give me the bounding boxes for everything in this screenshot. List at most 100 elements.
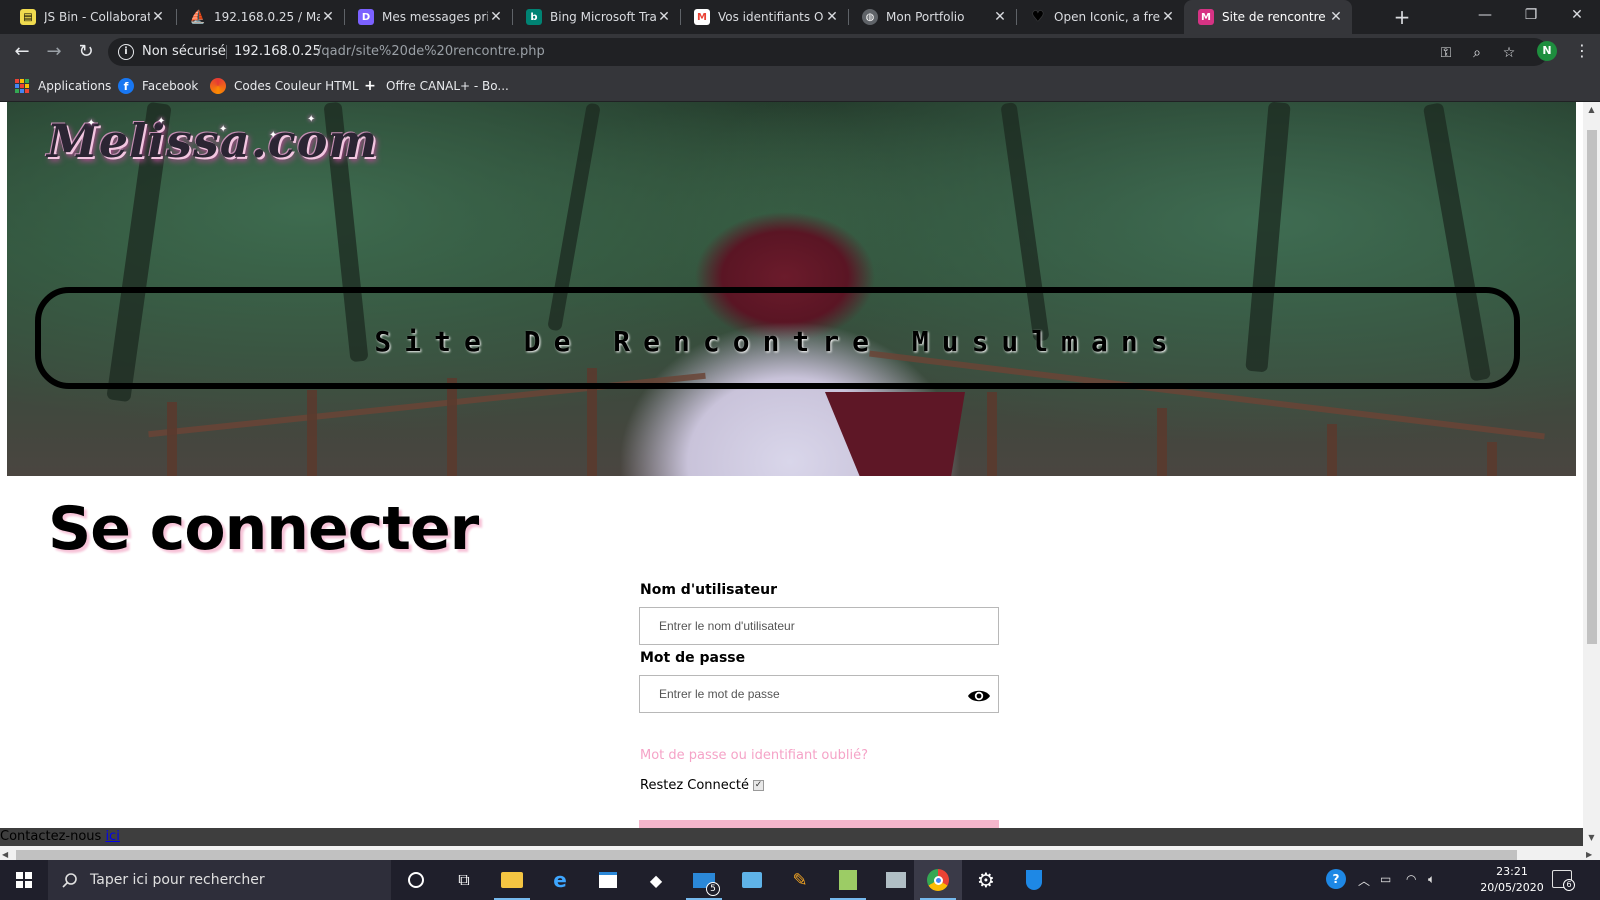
footer-text: Contactez-nous <box>0 829 106 844</box>
remember-me-checkbox[interactable]: ✓ <box>753 780 764 791</box>
horizontal-scroll-thumb[interactable] <box>16 850 1517 860</box>
vertical-scrollbar[interactable]: ▲ ▼ <box>1583 102 1600 846</box>
notification-badge: 6 <box>1563 879 1575 891</box>
system-clock[interactable]: 23:21 20/05/2020 <box>1480 864 1544 896</box>
tab-strip: ▤ JS Bin - Collaborative ✕ ⛵ 192.168.0.2… <box>0 0 1600 34</box>
chat-icon: D <box>358 9 374 25</box>
tab-jsbin[interactable]: ▤ JS Bin - Collaborative ✕ <box>6 0 174 34</box>
close-icon[interactable]: ✕ <box>488 9 504 25</box>
file-explorer-icon[interactable] <box>488 860 536 900</box>
tab-site-rencontre[interactable]: M Site de rencontre ✕ <box>1184 0 1352 34</box>
settings-gear-icon[interactable]: ⚙ <box>962 860 1010 900</box>
vertical-scroll-thumb[interactable] <box>1587 130 1597 644</box>
bookmark-label: Offre CANAL+ - Bo... <box>386 79 509 93</box>
reload-icon[interactable]: ↻ <box>74 40 98 64</box>
bookmark-canal[interactable]: + Offre CANAL+ - Bo... <box>362 77 509 95</box>
bookmark-applications[interactable]: Applications <box>14 77 111 95</box>
chrome-icon[interactable] <box>914 860 962 900</box>
new-tab-button[interactable]: + <box>1390 5 1414 29</box>
bookmarks-bar: Applications f Facebook Codes Couleur HT… <box>0 70 1600 102</box>
site-logo[interactable]: Melissa.com <box>47 114 378 168</box>
tab-title: Site de rencontre <box>1222 10 1326 24</box>
help-icon[interactable]: ? <box>1326 869 1346 889</box>
color-wheel-icon <box>210 78 226 94</box>
tab-bing[interactable]: b Bing Microsoft Translator ✕ <box>512 0 680 34</box>
start-button[interactable] <box>0 860 48 900</box>
apps-grid-icon <box>14 78 30 94</box>
menu-icon[interactable]: ⋮ <box>1574 41 1590 61</box>
tab-phpmyadmin[interactable]: ⛵ 192.168.0.25 / MariaDB ✕ <box>176 0 344 34</box>
notepad-plus-icon[interactable] <box>824 860 872 900</box>
facebook-icon: f <box>118 78 134 94</box>
task-view-icon[interactable]: ⧉ <box>440 860 488 900</box>
site-banner: Site De Rencontre Musulmans <box>35 287 1520 389</box>
bing-icon: b <box>526 9 542 25</box>
tab-messages[interactable]: D Mes messages privés ✕ <box>344 0 512 34</box>
address-bar[interactable]: i Non sécurisé 192.168.0.25 /qadr/site%2… <box>108 38 1548 66</box>
bookmark-codes-couleur[interactable]: Codes Couleur HTML <box>210 77 359 95</box>
eye-icon[interactable] <box>967 688 991 704</box>
close-icon[interactable]: ✕ <box>656 9 672 25</box>
close-icon[interactable]: ✕ <box>150 9 166 25</box>
forgot-password-link[interactable]: Mot de passe ou identifiant oublié? <box>640 748 868 763</box>
tab-portfolio[interactable]: ◍ Mon Portfolio ✕ <box>848 0 1016 34</box>
minimize-button[interactable]: — <box>1462 0 1508 30</box>
footer-bar: Contactez-nous ici <box>0 828 1583 846</box>
notification-center-icon[interactable]: 6 <box>1552 870 1575 891</box>
info-icon[interactable]: i <box>118 44 134 60</box>
tab-gmail[interactable]: M Vos identifiants Open ✕ <box>680 0 848 34</box>
profile-avatar[interactable]: N <box>1537 41 1557 61</box>
contact-link[interactable]: ici <box>105 829 119 844</box>
tab-title: Open Iconic, a free and open <box>1054 10 1160 24</box>
close-icon[interactable]: ✕ <box>320 9 336 25</box>
plus-icon: + <box>364 78 376 94</box>
phpmyadmin-icon: ⛵ <box>189 9 207 25</box>
clock-date: 20/05/2020 <box>1480 881 1544 894</box>
windows-taskbar: Taper ici pour rechercher ⧉ e ◆ 5 ✎ ⚙ ? … <box>0 860 1600 900</box>
forward-arrow-icon[interactable]: → <box>42 40 66 64</box>
close-icon[interactable]: ✕ <box>1160 9 1176 25</box>
volume-icon[interactable]: 🔈︎ <box>1428 872 1435 887</box>
close-window-button[interactable]: ✕ <box>1554 0 1600 30</box>
close-icon[interactable]: ✕ <box>992 9 1008 25</box>
bookmark-facebook[interactable]: f Facebook <box>118 77 198 95</box>
star-icon[interactable]: ☆ <box>1500 44 1518 62</box>
dropbox-icon[interactable]: ◆ <box>632 860 680 900</box>
tab-title: 192.168.0.25 / MariaDB <box>214 10 320 24</box>
back-arrow-icon[interactable]: ← <box>10 40 34 64</box>
password-label: Mot de passe <box>640 650 746 666</box>
store-icon[interactable] <box>584 860 632 900</box>
close-icon[interactable]: ✕ <box>824 9 840 25</box>
scroll-up-arrow-icon[interactable]: ▲ <box>1583 102 1600 118</box>
defender-shield-icon[interactable] <box>1010 860 1058 900</box>
browser-toolbar: ← → ↻ i Non sécurisé 192.168.0.25 /qadr/… <box>0 34 1600 70</box>
remember-me-label: Restez Connecté <box>640 778 750 793</box>
username-input[interactable] <box>639 607 999 645</box>
key-icon[interactable]: ⚿ <box>1437 44 1455 62</box>
mail-icon[interactable]: 5 <box>680 860 728 900</box>
url-path[interactable]: /qadr/site%20de%20rencontre.php <box>317 44 545 59</box>
security-label[interactable]: Non sécurisé <box>142 44 226 59</box>
banner-title: Site De Rencontre Musulmans <box>374 325 1181 358</box>
url-host[interactable]: 192.168.0.25 <box>234 44 321 59</box>
globe-icon: ◍ <box>862 9 878 25</box>
battery-icon[interactable]: ▭ <box>1380 872 1391 886</box>
taskbar-search[interactable]: Taper ici pour rechercher <box>48 860 391 900</box>
password-input[interactable] <box>639 675 999 713</box>
bookmark-label: Applications <box>38 79 112 93</box>
heart-icon: ♥ <box>1031 9 1045 25</box>
tab-open-iconic[interactable]: ♥ Open Iconic, a free and open ✕ <box>1016 0 1184 34</box>
cortana-icon[interactable] <box>392 860 440 900</box>
chevron-up-icon[interactable]: ︿ <box>1358 872 1370 889</box>
tab-title: Mon Portfolio <box>886 10 965 24</box>
edge-icon[interactable]: e <box>536 860 584 900</box>
paint-icon[interactable]: ✎ <box>776 860 824 900</box>
close-icon[interactable]: ✕ <box>1328 9 1344 25</box>
system-tool-icon[interactable] <box>872 860 920 900</box>
wifi-icon[interactable]: ◠ <box>1406 872 1416 886</box>
scroll-down-arrow-icon[interactable]: ▼ <box>1583 830 1600 846</box>
zoom-icon[interactable]: ⌕ <box>1468 44 1486 62</box>
page-viewport: Melissa.com ✦ ✦ ✦ ✦ ✦ Site De Rencontre … <box>0 102 1600 846</box>
network-app-icon[interactable] <box>728 860 776 900</box>
restore-button[interactable]: ❐ <box>1508 0 1554 30</box>
